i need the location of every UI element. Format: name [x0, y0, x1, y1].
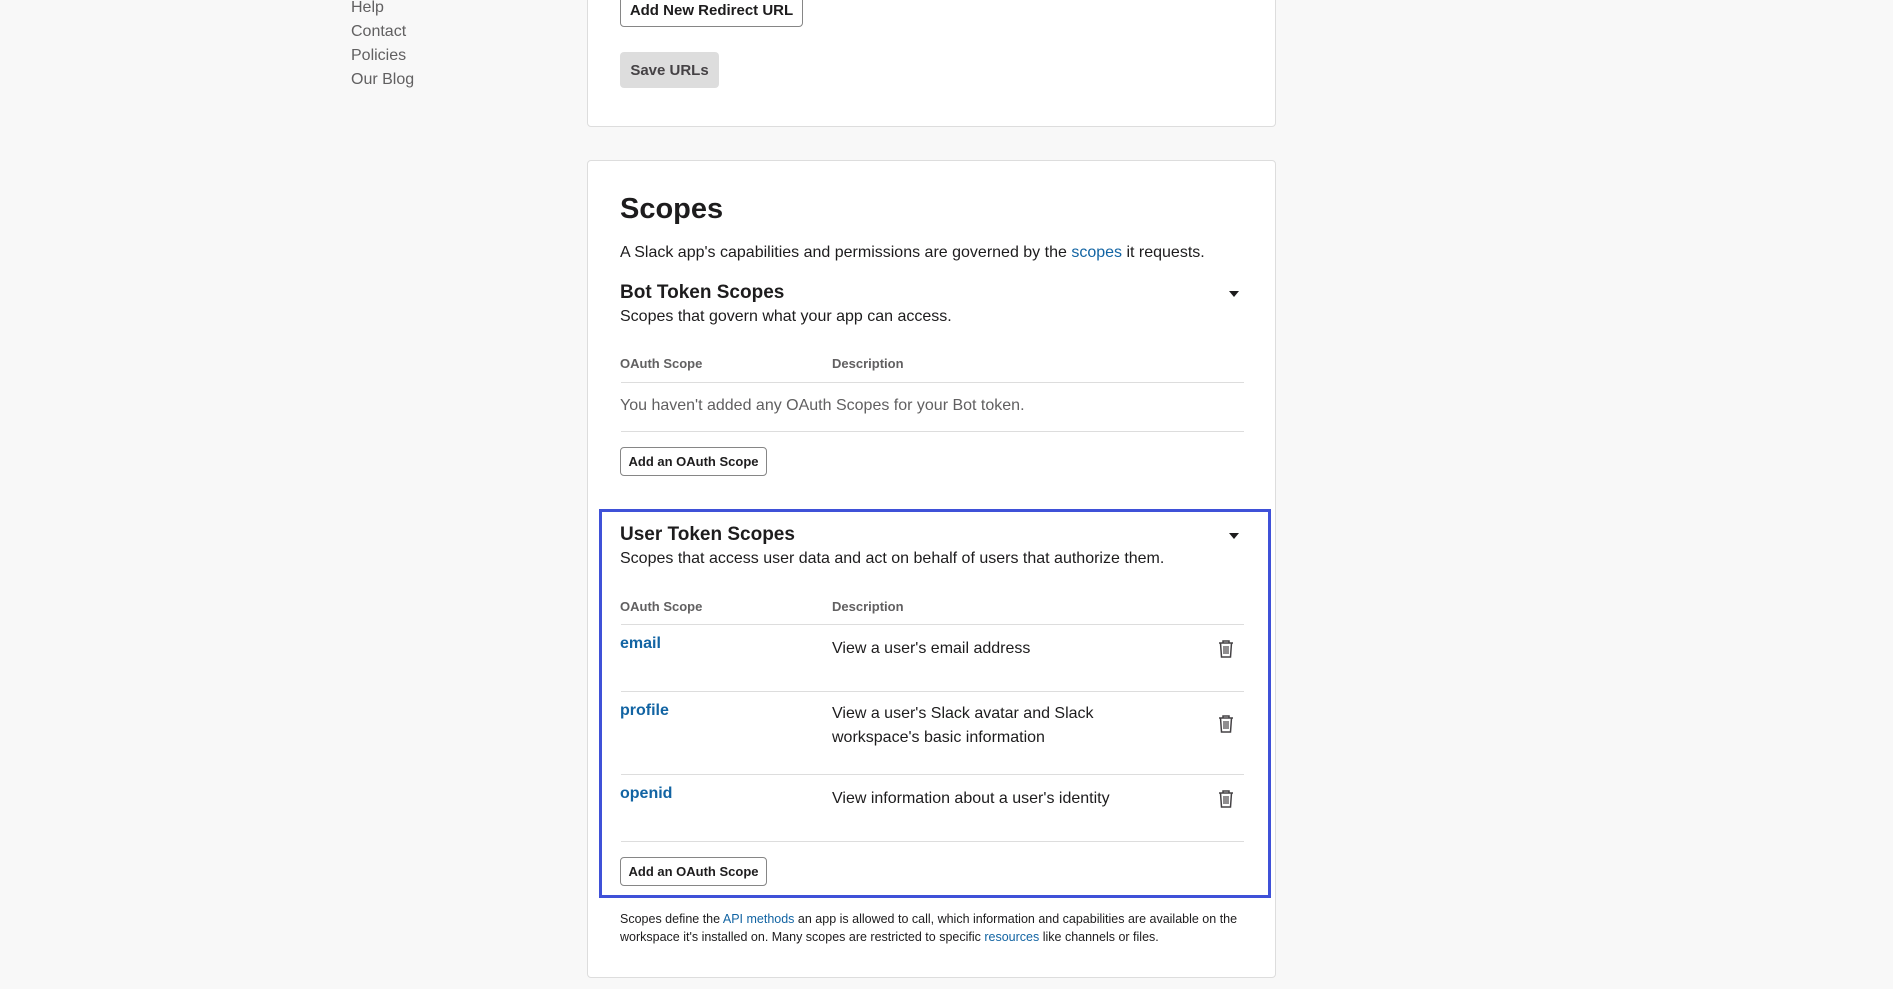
scopes-link[interactable]: scopes	[1071, 244, 1122, 261]
nav-policies-link[interactable]: Policies	[351, 44, 414, 68]
scopes-title: Scopes	[620, 193, 724, 225]
user-collapse-caret-icon[interactable]	[1229, 533, 1239, 539]
scopes-card: Scopes A Slack app's capabilities and pe…	[587, 160, 1276, 978]
footer-text-1: Scopes define the	[620, 912, 723, 926]
user-add-oauth-scope-button[interactable]: Add an OAuth Scope	[620, 857, 767, 886]
bot-token-scopes-title: Bot Token Scopes	[620, 282, 785, 303]
redirect-urls-card: Add New Redirect URL Save URLs	[587, 0, 1276, 127]
bot-table-divider	[621, 382, 1244, 383]
nav-blog-link[interactable]: Our Blog	[351, 68, 414, 92]
user-token-scopes-title: User Token Scopes	[620, 524, 795, 545]
scopes-intro-text: A Slack app's capabilities and permissio…	[620, 244, 1072, 261]
nav-contact-link[interactable]: Contact	[351, 20, 414, 44]
scopes-intro-tail: it requests.	[1122, 244, 1205, 261]
user-col-description: Description	[832, 599, 904, 614]
bot-table-divider-bottom	[621, 431, 1244, 432]
user-col-oauth-scope: OAuth Scope	[620, 599, 703, 614]
delete-openid-trash-icon[interactable]	[1217, 789, 1235, 809]
api-methods-link[interactable]: API methods	[723, 912, 795, 926]
scope-openid-link[interactable]: openid	[620, 785, 672, 803]
scopes-intro: A Slack app's capabilities and permissio…	[620, 244, 1205, 262]
user-table-divider	[621, 624, 1244, 625]
resources-link[interactable]: resources	[984, 930, 1039, 944]
scope-openid-description: View information about a user's identity	[832, 790, 1110, 807]
footer-nav: Help Contact Policies Our Blog	[351, 0, 414, 92]
row-divider	[621, 774, 1244, 775]
scope-profile-link[interactable]: profile	[620, 702, 669, 720]
save-urls-button[interactable]: Save URLs	[620, 52, 719, 88]
bot-col-description: Description	[832, 356, 904, 371]
nav-help-link[interactable]: Help	[351, 0, 414, 20]
user-token-scopes-subtitle: Scopes that access user data and act on …	[620, 550, 1165, 567]
add-redirect-url-button[interactable]: Add New Redirect URL	[620, 0, 803, 27]
bot-empty-message: You haven't added any OAuth Scopes for y…	[620, 397, 1025, 414]
footer-text-3: like channels or files.	[1039, 930, 1159, 944]
row-divider	[621, 841, 1244, 842]
bot-col-oauth-scope: OAuth Scope	[620, 356, 703, 371]
scope-email-description: View a user's email address	[832, 640, 1031, 657]
bot-add-oauth-scope-button[interactable]: Add an OAuth Scope	[620, 447, 767, 476]
bot-collapse-caret-icon[interactable]	[1229, 291, 1239, 297]
bot-token-scopes-subtitle: Scopes that govern what your app can acc…	[620, 308, 952, 325]
delete-profile-trash-icon[interactable]	[1217, 714, 1235, 734]
scope-email-link[interactable]: email	[620, 635, 661, 653]
scope-profile-description: View a user's Slack avatar and Slack wor…	[832, 705, 1094, 746]
delete-email-trash-icon[interactable]	[1217, 639, 1235, 659]
scopes-footer-note: Scopes define the API methods an app is …	[620, 910, 1260, 946]
row-divider	[621, 691, 1244, 692]
